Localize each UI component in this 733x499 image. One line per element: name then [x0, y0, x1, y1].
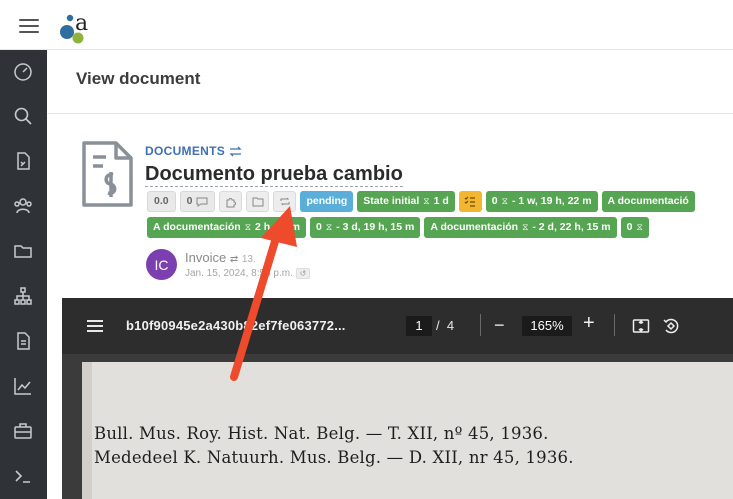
- assignment-chips-row: A documentación ⧖ 2 h, 55 m 0 ⧖ - 3 d, 19 h,…: [147, 217, 649, 238]
- task-list-button[interactable]: [458, 191, 482, 212]
- sync-icon: [280, 197, 290, 206]
- puzzle-button[interactable]: [219, 191, 243, 212]
- chart-icon[interactable]: [11, 374, 35, 398]
- fit-page-icon[interactable]: [632, 317, 650, 335]
- assignment-badge-3[interactable]: A documentación ⧖ - 2 d, 22 h, 15 m: [424, 217, 617, 238]
- history-icon[interactable]: ↺: [295, 268, 311, 279]
- timer-badge-2[interactable]: 0 ⧖ - 3 d, 19 h, 15 m: [309, 217, 421, 238]
- svg-text:a: a: [75, 11, 88, 36]
- hourglass-icon: ⧖: [423, 196, 430, 206]
- timer-badge-4[interactable]: 0 ⧖: [620, 217, 649, 238]
- pdf-page: Bull. Mus. Roy. Hist. Nat. Belg. — T. XI…: [82, 362, 733, 499]
- pdf-filename: b10f90945e2a430b82ef7fe063772...: [126, 318, 346, 333]
- hamburger-menu-icon[interactable]: [19, 19, 39, 33]
- assigned-badge[interactable]: A documentació: [601, 191, 695, 212]
- checklist-icon: [464, 196, 476, 207]
- sidebar: [0, 50, 47, 499]
- pdf-text-line: Mededeel K. Natuurh. Mus. Belg. — D. XII…: [94, 448, 574, 467]
- dashboard-icon[interactable]: [11, 60, 35, 84]
- terminal-icon[interactable]: [11, 464, 35, 488]
- pdf-menu-icon[interactable]: [87, 320, 103, 332]
- rotate-icon[interactable]: [662, 317, 680, 335]
- toolbox-icon[interactable]: [11, 419, 35, 443]
- page-edge: [82, 362, 92, 499]
- task-timer-badge[interactable]: 0 ⧖ - 1 w, 19 h, 22 m: [485, 191, 598, 212]
- status-pending-badge[interactable]: pending: [300, 191, 354, 212]
- pdf-viewer: b10f90945e2a430b82ef7fe063772... 1 / 4 −…: [62, 298, 733, 499]
- linked-date: Jan. 15, 2024, 8:58 p.m. ↺: [185, 268, 311, 279]
- swap-icon[interactable]: ⇄: [230, 254, 238, 265]
- comments-badge[interactable]: 0: [179, 191, 216, 212]
- swap-icon[interactable]: [229, 146, 242, 157]
- puzzle-icon: [226, 197, 236, 207]
- linked-document[interactable]: IC Invoice ⇄ 13. Jan. 15, 2024, 8:58 p.m…: [146, 249, 311, 280]
- sync-button[interactable]: [273, 191, 297, 212]
- pdf-text-line: Bull. Mus. Roy. Hist. Nat. Belg. — T. XI…: [94, 424, 549, 443]
- comment-icon: [196, 197, 208, 207]
- page-title: View document: [76, 69, 201, 88]
- hourglass-icon: ⧖: [501, 196, 508, 206]
- folder-icon: [252, 197, 264, 207]
- top-bar: a: [0, 0, 733, 50]
- document-type-label: DOCUMENTS: [145, 144, 226, 158]
- page-number-input[interactable]: 1: [406, 316, 432, 336]
- document-title[interactable]: Documento prueba cambio: [145, 162, 403, 187]
- linked-name: Invoice ⇄ 13.: [185, 250, 256, 265]
- status-chips-row: 0.0 0 pending State initial ⧖ 1 d 0 ⧖ - 1 w,…: [147, 191, 695, 212]
- search-icon[interactable]: [11, 104, 35, 128]
- zoom-level-input[interactable]: 165%: [522, 316, 572, 336]
- assignment-badge-1[interactable]: A documentación ⧖ 2 h, 55 m: [147, 217, 306, 238]
- file-text-icon[interactable]: [11, 329, 35, 353]
- document-type-link[interactable]: DOCUMENTS: [145, 144, 242, 158]
- invoice-document-icon: [82, 141, 133, 207]
- page-total: / 4: [436, 318, 455, 333]
- hourglass-icon: ⧖: [636, 222, 643, 232]
- avatar: IC: [146, 249, 177, 280]
- page-header: View document: [47, 50, 733, 114]
- documents-icon[interactable]: [11, 149, 35, 173]
- zoom-out-button[interactable]: −: [494, 316, 505, 334]
- hierarchy-icon[interactable]: [11, 284, 35, 308]
- app-logo[interactable]: a: [58, 10, 92, 44]
- version-badge[interactable]: 0.0: [147, 191, 176, 212]
- folder-button[interactable]: [246, 191, 270, 212]
- hourglass-icon: ⧖: [522, 222, 529, 232]
- zoom-in-button[interactable]: +: [583, 313, 595, 333]
- state-badge[interactable]: State initial ⧖ 1 d: [357, 191, 455, 212]
- hourglass-icon: ⧖: [325, 222, 333, 232]
- toolbar-divider: [614, 314, 615, 336]
- hourglass-icon: ⧖: [244, 222, 252, 232]
- folder-icon[interactable]: [11, 239, 35, 263]
- users-icon[interactable]: [11, 194, 35, 218]
- pdf-toolbar: b10f90945e2a430b82ef7fe063772... 1 / 4 −…: [62, 298, 733, 354]
- toolbar-divider: [480, 314, 481, 336]
